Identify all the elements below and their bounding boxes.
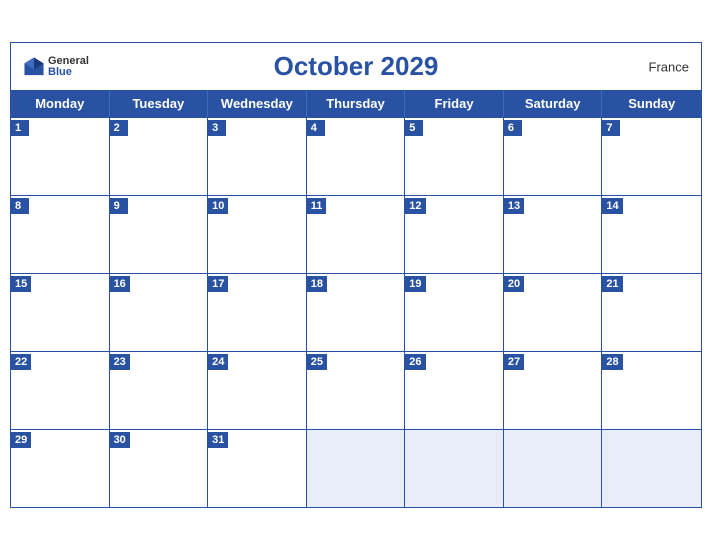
day-cell-16: 16 bbox=[110, 273, 209, 351]
day-header-saturday: Saturday bbox=[504, 90, 603, 117]
day-cell-10: 10 bbox=[208, 195, 307, 273]
day-cell-19: 19 bbox=[405, 273, 504, 351]
day-cell-26: 26 bbox=[405, 351, 504, 429]
day-number: 24 bbox=[208, 354, 228, 370]
calendar: General Blue October 2029 France MondayT… bbox=[10, 42, 702, 508]
day-number: 27 bbox=[504, 354, 524, 370]
day-cell-15: 15 bbox=[11, 273, 110, 351]
calendar-header: General Blue October 2029 France bbox=[11, 43, 701, 90]
day-number: 14 bbox=[602, 198, 622, 214]
day-cell-17: 17 bbox=[208, 273, 307, 351]
day-cell-empty-4-5 bbox=[504, 429, 603, 507]
day-number: 10 bbox=[208, 198, 228, 214]
day-header-wednesday: Wednesday bbox=[208, 90, 307, 117]
day-number: 5 bbox=[405, 120, 423, 136]
day-cell-empty-4-3 bbox=[307, 429, 406, 507]
day-cell-2: 2 bbox=[110, 117, 209, 195]
logo: General Blue bbox=[23, 56, 89, 78]
day-cell-24: 24 bbox=[208, 351, 307, 429]
day-cell-30: 30 bbox=[110, 429, 209, 507]
day-number: 21 bbox=[602, 276, 622, 292]
day-cell-23: 23 bbox=[110, 351, 209, 429]
day-cell-11: 11 bbox=[307, 195, 406, 273]
day-cell-14: 14 bbox=[602, 195, 701, 273]
day-number: 20 bbox=[504, 276, 524, 292]
day-number: 6 bbox=[504, 120, 522, 136]
day-cell-21: 21 bbox=[602, 273, 701, 351]
day-cell-20: 20 bbox=[504, 273, 603, 351]
day-cell-empty-4-6 bbox=[602, 429, 701, 507]
day-number: 22 bbox=[11, 354, 31, 370]
day-cell-1: 1 bbox=[11, 117, 110, 195]
day-cell-22: 22 bbox=[11, 351, 110, 429]
day-cell-7: 7 bbox=[602, 117, 701, 195]
day-cell-31: 31 bbox=[208, 429, 307, 507]
day-cell-18: 18 bbox=[307, 273, 406, 351]
days-header: MondayTuesdayWednesdayThursdayFridaySatu… bbox=[11, 90, 701, 117]
day-header-thursday: Thursday bbox=[307, 90, 406, 117]
day-header-monday: Monday bbox=[11, 90, 110, 117]
day-number: 1 bbox=[11, 120, 29, 136]
day-number: 8 bbox=[11, 198, 29, 214]
day-number: 9 bbox=[110, 198, 128, 214]
day-cell-8: 8 bbox=[11, 195, 110, 273]
day-cell-6: 6 bbox=[504, 117, 603, 195]
day-cell-4: 4 bbox=[307, 117, 406, 195]
day-number: 25 bbox=[307, 354, 327, 370]
day-header-friday: Friday bbox=[405, 90, 504, 117]
day-cell-empty-4-4 bbox=[405, 429, 504, 507]
day-number: 19 bbox=[405, 276, 425, 292]
day-cell-29: 29 bbox=[11, 429, 110, 507]
day-cell-3: 3 bbox=[208, 117, 307, 195]
day-number: 2 bbox=[110, 120, 128, 136]
calendar-title: October 2029 bbox=[274, 51, 439, 82]
day-number: 17 bbox=[208, 276, 228, 292]
day-header-tuesday: Tuesday bbox=[110, 90, 209, 117]
logo-blue: Blue bbox=[48, 67, 89, 78]
day-number: 16 bbox=[110, 276, 130, 292]
logo-icon bbox=[23, 56, 45, 78]
day-number: 29 bbox=[11, 432, 31, 448]
day-number: 11 bbox=[307, 198, 327, 214]
day-cell-27: 27 bbox=[504, 351, 603, 429]
day-header-sunday: Sunday bbox=[602, 90, 701, 117]
day-number: 31 bbox=[208, 432, 228, 448]
day-number: 30 bbox=[110, 432, 130, 448]
day-number: 15 bbox=[11, 276, 31, 292]
day-number: 3 bbox=[208, 120, 226, 136]
day-cell-13: 13 bbox=[504, 195, 603, 273]
day-cell-5: 5 bbox=[405, 117, 504, 195]
day-number: 4 bbox=[307, 120, 325, 136]
day-cell-9: 9 bbox=[110, 195, 209, 273]
day-number: 23 bbox=[110, 354, 130, 370]
day-number: 13 bbox=[504, 198, 524, 214]
day-number: 18 bbox=[307, 276, 327, 292]
logo-text: General Blue bbox=[48, 56, 89, 78]
day-number: 12 bbox=[405, 198, 425, 214]
day-cell-12: 12 bbox=[405, 195, 504, 273]
day-cell-28: 28 bbox=[602, 351, 701, 429]
day-cell-25: 25 bbox=[307, 351, 406, 429]
day-number: 26 bbox=[405, 354, 425, 370]
country-label: France bbox=[649, 59, 689, 74]
day-number: 28 bbox=[602, 354, 622, 370]
day-number: 7 bbox=[602, 120, 620, 136]
calendar-grid: 1234567891011121314151617181920212223242… bbox=[11, 117, 701, 507]
